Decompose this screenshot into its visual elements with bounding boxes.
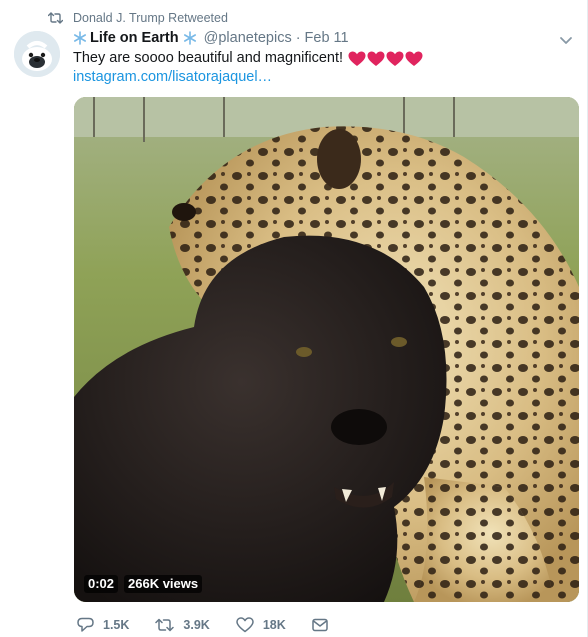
tweet-text: They are soooo beautiful and magnificent… <box>73 49 424 68</box>
heart-emoji <box>367 51 385 66</box>
heart-emoji <box>386 51 404 66</box>
author-name[interactable]: Life on Earth <box>90 30 179 46</box>
avatar[interactable] <box>14 31 60 77</box>
reply-icon <box>77 617 94 632</box>
retweet-icon <box>48 12 63 24</box>
heart-emoji <box>348 51 366 66</box>
video-duration: 0:02 <box>84 575 119 593</box>
separator-dot: · <box>295 30 301 46</box>
snowflake-icon <box>73 31 87 45</box>
author-handle[interactable]: @planetepics <box>204 30 292 46</box>
direct-message-button[interactable] <box>312 618 337 632</box>
reply-button[interactable]: 1.5K <box>77 617 129 633</box>
video-player[interactable] <box>74 97 579 602</box>
reply-count: 1.5K <box>103 618 130 632</box>
retweet-button[interactable]: 3.9K <box>155 618 210 632</box>
chevron-down-icon[interactable] <box>559 36 573 46</box>
tweet-date[interactable]: Feb 11 <box>305 30 349 46</box>
tweet-link[interactable]: instagram.com/lisatorajaquel… <box>73 69 272 85</box>
tweet-card[interactable]: Donald J. Trump Retweeted Life on Earth … <box>0 0 588 637</box>
retweet-count: 3.9K <box>183 618 210 632</box>
envelope-icon <box>312 618 328 632</box>
tweet-actions: 1.5K 3.9K 18K <box>77 616 363 634</box>
retweet-icon <box>155 618 175 632</box>
snowflake-icon <box>183 31 197 45</box>
tweet-header: Life on Earth @planetepics · Feb 11 <box>73 29 349 47</box>
like-button[interactable]: 18K <box>236 617 286 633</box>
video-views: 266K views <box>124 575 203 593</box>
heart-emoji-group <box>348 51 424 67</box>
retweet-label: Donald J. Trump Retweeted <box>73 11 228 25</box>
like-count: 18K <box>262 618 286 632</box>
retweet-context[interactable]: Donald J. Trump Retweeted <box>48 9 228 27</box>
heart-emoji <box>405 51 423 66</box>
tweet-text-body: They are soooo beautiful and magnificent… <box>73 50 344 66</box>
heart-icon <box>236 617 254 633</box>
video-frame <box>74 97 579 602</box>
avatar-image <box>14 31 60 77</box>
